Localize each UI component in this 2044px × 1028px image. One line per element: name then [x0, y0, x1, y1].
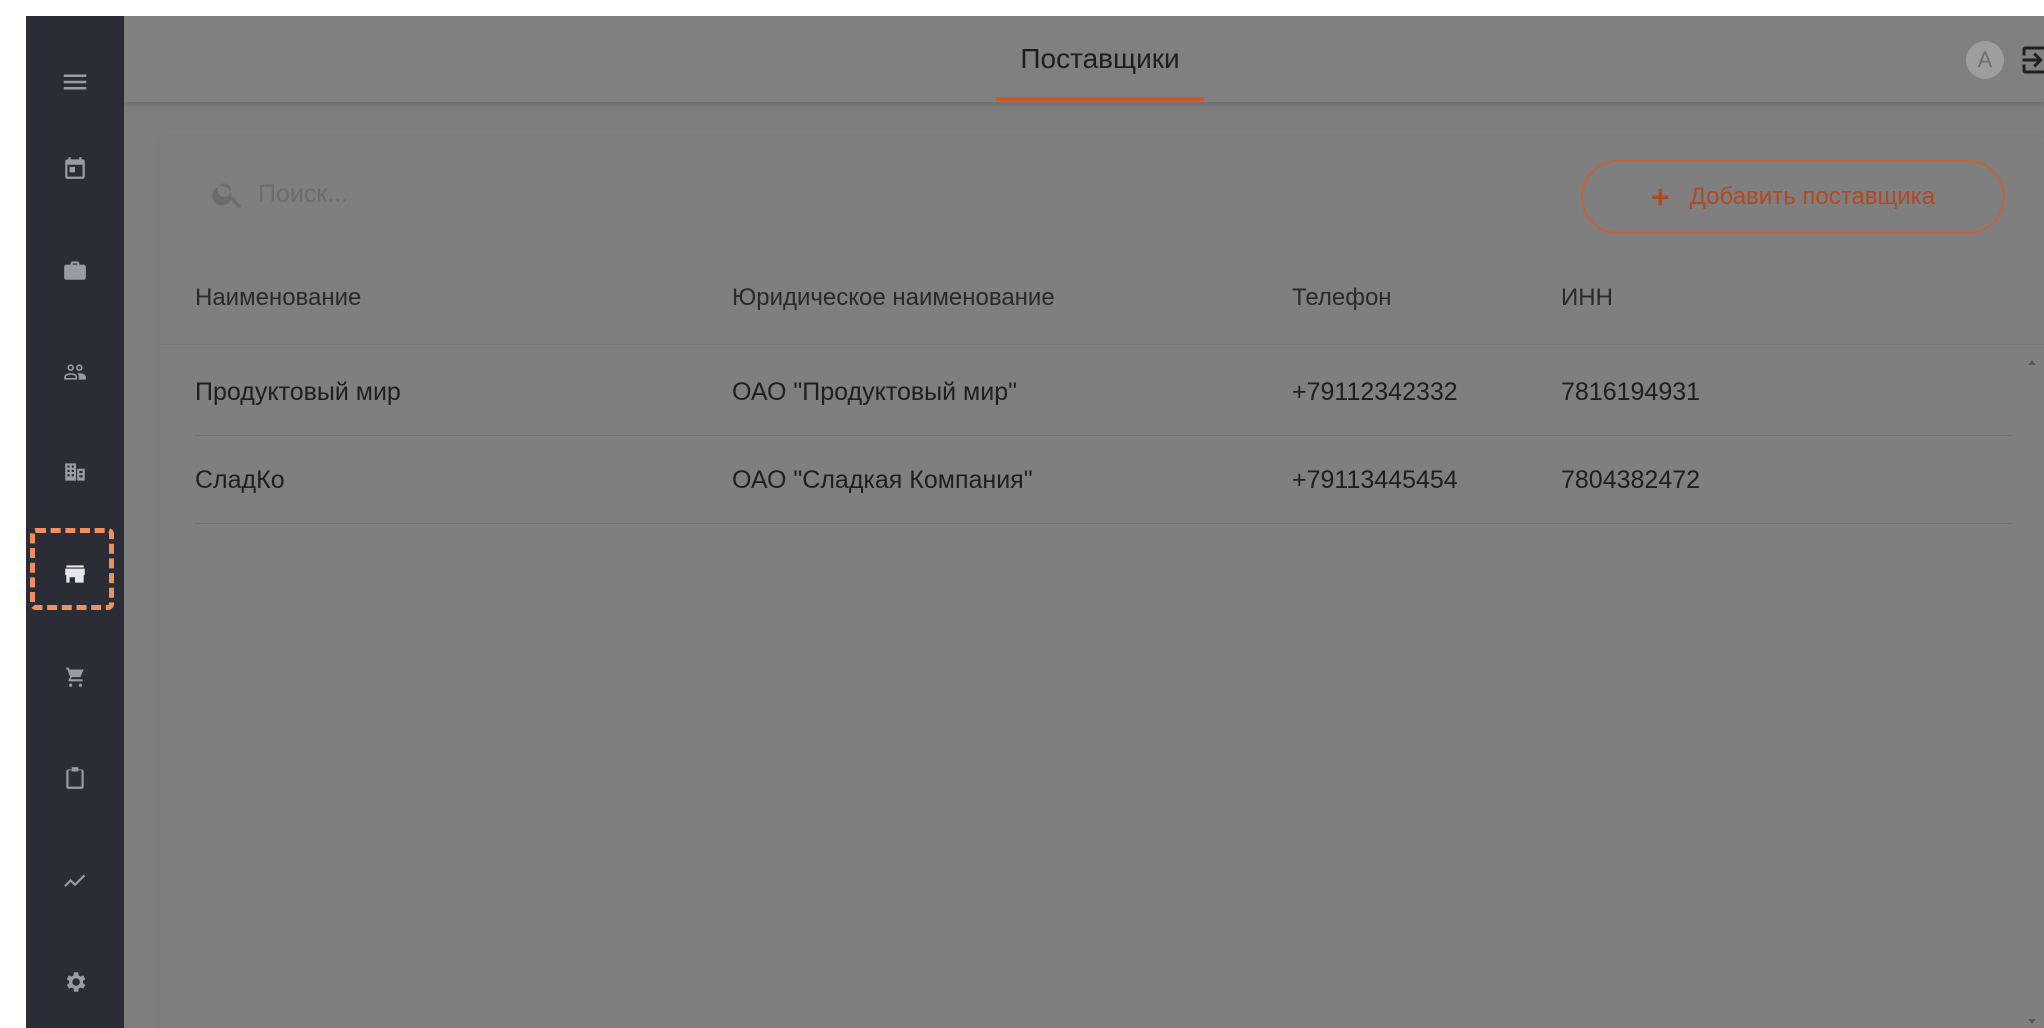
- search-bar: [210, 176, 758, 212]
- sidebar-item-settings[interactable]: [26, 952, 124, 1012]
- table-row[interactable]: СладКо ОАО "Сладкая Компания" +791134454…: [160, 436, 2012, 524]
- sidebar-item-buildings[interactable]: [26, 442, 124, 502]
- gear-icon: [66, 972, 86, 992]
- table-row[interactable]: Продуктовый мир ОАО "Продуктовый мир" +7…: [160, 348, 2012, 436]
- scroll-down-icon[interactable]: [2028, 1019, 2036, 1024]
- clipboard-icon: [66, 767, 84, 789]
- app-window: Поставщики A + Добавить поставщика Наиме…: [26, 16, 2044, 1028]
- hamburger-icon: [63, 74, 87, 90]
- cell-phone: +79113445454: [1292, 465, 1458, 494]
- tab-suppliers[interactable]: Поставщики: [996, 16, 1204, 102]
- logout-button[interactable]: [2018, 42, 2044, 78]
- calendar-icon: [65, 157, 85, 179]
- sidebar-item-analytics[interactable]: [26, 850, 124, 910]
- sidebar: [26, 16, 124, 1028]
- cart-icon: [66, 667, 84, 687]
- briefcase-icon: [64, 261, 86, 280]
- sidebar-item-suppliers[interactable]: [26, 528, 124, 610]
- cell-inn: 7804382472: [1561, 465, 1701, 494]
- plus-icon: +: [1650, 178, 1670, 215]
- cell-phone: +79112342332: [1292, 377, 1458, 406]
- column-header-phone[interactable]: Телефон: [1292, 284, 1392, 312]
- header-divider: [160, 344, 2044, 345]
- sidebar-menu-button[interactable]: [26, 52, 124, 112]
- cell-inn: 7816194931: [1561, 377, 1701, 406]
- cell-name: Продуктовый мир: [195, 377, 401, 406]
- sidebar-item-people[interactable]: [26, 342, 124, 402]
- store-icon: [65, 565, 85, 583]
- avatar[interactable]: A: [1966, 41, 2004, 79]
- sidebar-item-cart[interactable]: [26, 646, 124, 706]
- cell-legal-name: ОАО "Продуктовый мир": [732, 377, 1017, 406]
- buildings-icon: [65, 463, 85, 481]
- sidebar-item-clipboard[interactable]: [26, 748, 124, 808]
- column-header-legal-name[interactable]: Юридическое наименование: [732, 284, 1055, 312]
- add-supplier-button[interactable]: + Добавить поставщика: [1581, 160, 2005, 234]
- search-icon: [212, 183, 242, 209]
- suppliers-card: + Добавить поставщика Наименование Юриди…: [160, 138, 2044, 1028]
- sidebar-item-calendar[interactable]: [26, 138, 124, 198]
- row-divider: [195, 523, 2012, 524]
- table-scrollbar[interactable]: [2022, 348, 2044, 1028]
- trending-icon: [64, 874, 86, 887]
- people-icon: [64, 364, 86, 380]
- column-header-inn[interactable]: ИНН: [1561, 284, 1613, 312]
- cell-name: СладКо: [195, 465, 285, 494]
- cell-legal-name: ОАО "Сладкая Компания": [732, 465, 1033, 494]
- logout-icon: [2022, 46, 2044, 74]
- search-input[interactable]: [258, 179, 758, 209]
- top-header: Поставщики A: [124, 16, 2044, 102]
- scroll-up-icon[interactable]: [2028, 360, 2036, 365]
- add-supplier-label: Добавить поставщика: [1689, 183, 1936, 210]
- column-header-name[interactable]: Наименование: [195, 284, 361, 312]
- sidebar-item-briefcase[interactable]: [26, 240, 124, 300]
